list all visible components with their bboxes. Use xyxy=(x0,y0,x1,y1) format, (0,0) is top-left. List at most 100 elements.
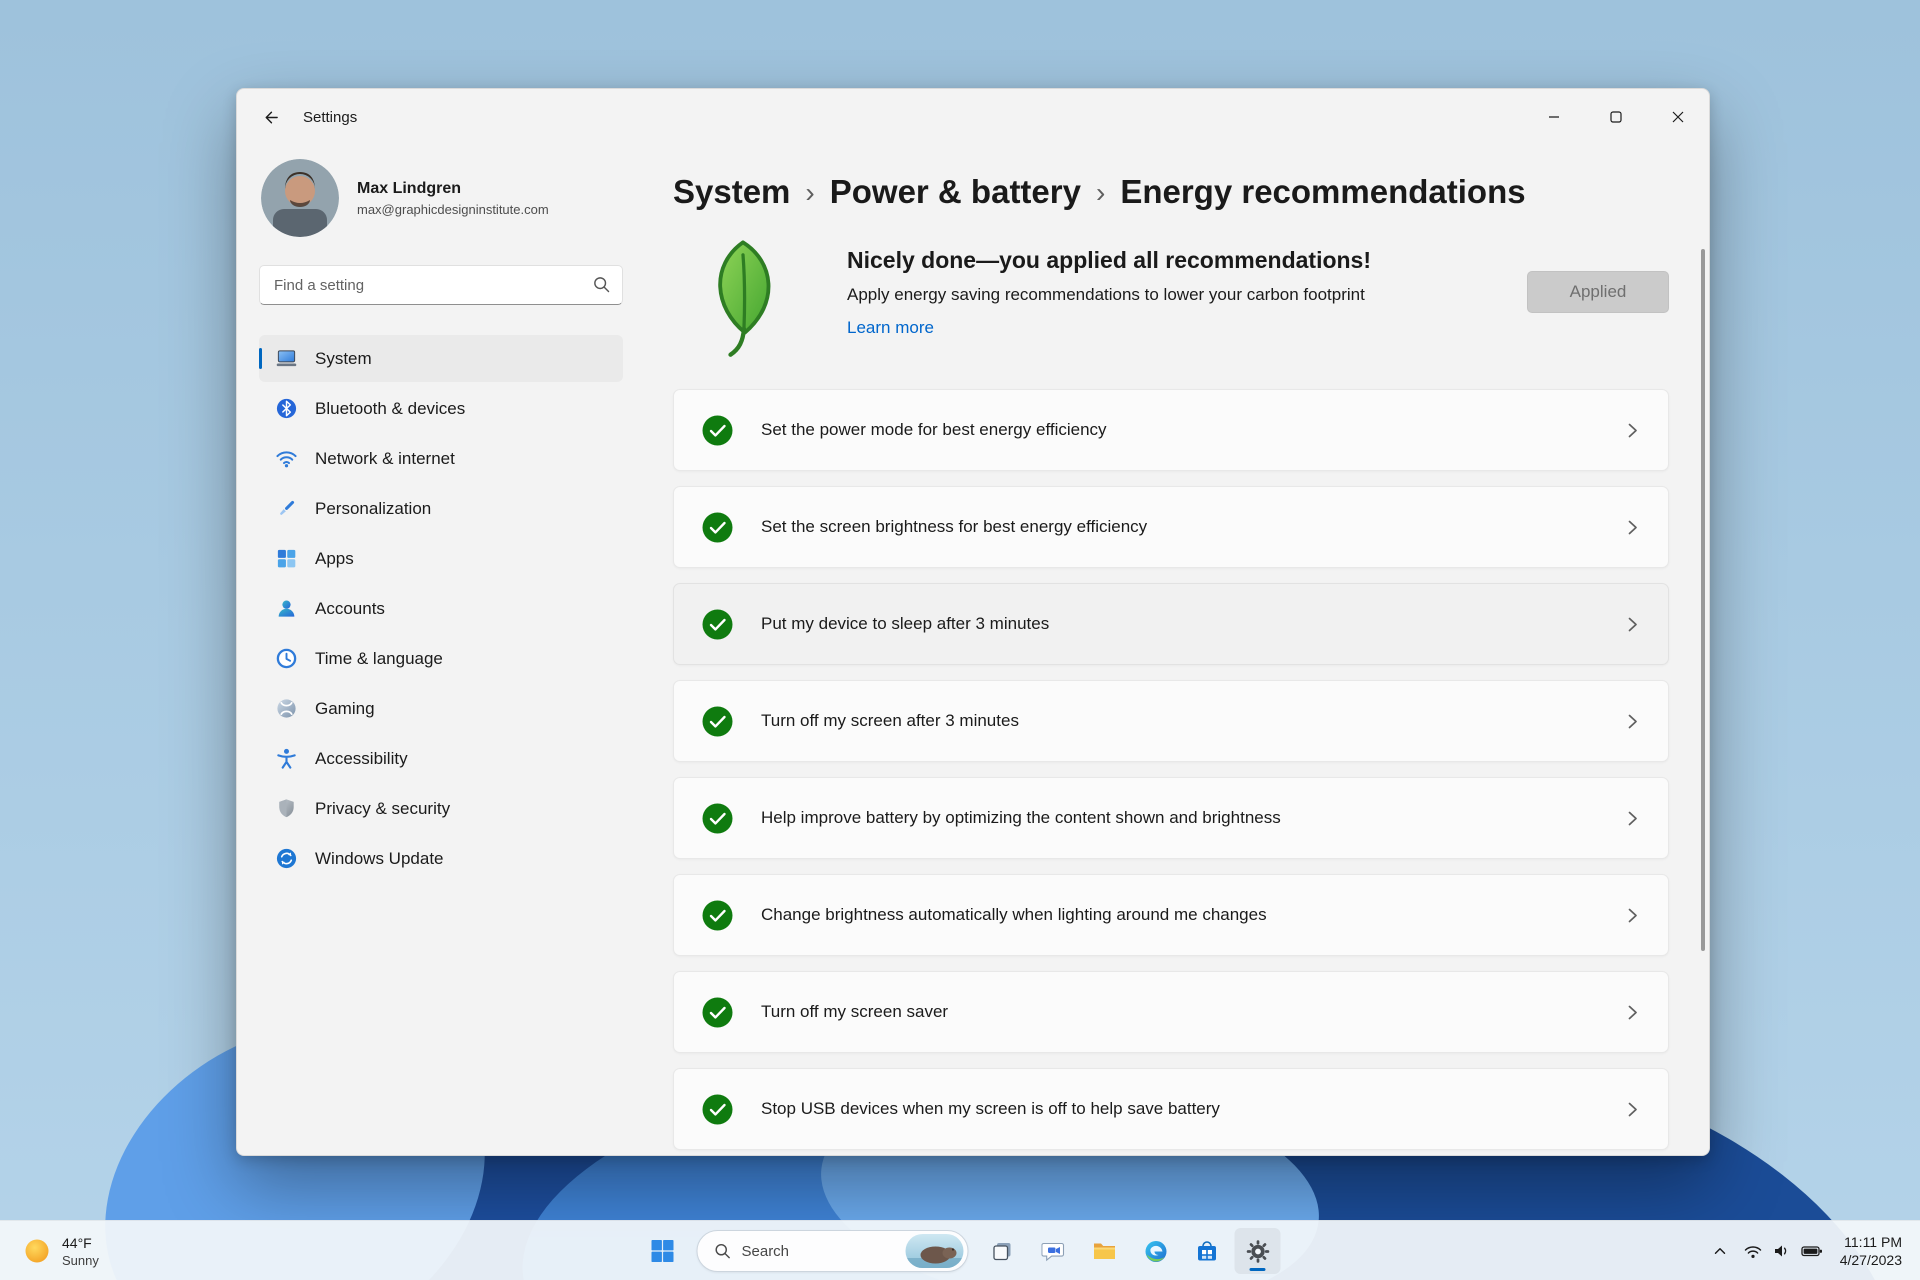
recommendation-row-usb-devices[interactable]: Stop USB devices when my screen is off t… xyxy=(673,1068,1669,1150)
close-button[interactable] xyxy=(1647,89,1709,145)
paintbrush-icon xyxy=(275,497,298,520)
avatar xyxy=(261,159,339,237)
applied-button[interactable]: Applied xyxy=(1527,271,1669,313)
sidebar-item-privacy-security[interactable]: Privacy & security xyxy=(259,785,623,832)
user-profile: Max Lindgren max@graphicdesigninstitute.… xyxy=(261,159,623,237)
window-title: Settings xyxy=(303,108,358,126)
sidebar-item-label: Accounts xyxy=(315,598,385,618)
sidebar-item-label: System xyxy=(315,348,372,368)
breadcrumb-separator: › xyxy=(805,177,815,208)
leaf-icon xyxy=(718,240,771,357)
applied-check-icon xyxy=(702,609,733,640)
weather-condition: Sunny xyxy=(62,1252,99,1268)
profile-name: Max Lindgren xyxy=(357,179,462,197)
learn-more-link[interactable]: Learn more xyxy=(847,318,934,338)
recommendation-row-device-sleep[interactable]: Put my device to sleep after 3 minutes xyxy=(673,583,1669,665)
taskbar-clock[interactable]: 11:11 PM 4/27/2023 xyxy=(1830,1229,1912,1273)
start-button[interactable] xyxy=(640,1228,686,1274)
wifi-icon xyxy=(1744,1246,1761,1258)
xbox-icon xyxy=(275,697,298,720)
file-explorer-button[interactable] xyxy=(1082,1228,1128,1274)
weather-widget[interactable]: 44°F Sunny xyxy=(12,1221,109,1280)
edge-browser-button[interactable] xyxy=(1133,1228,1179,1274)
recommendation-row-screen-saver[interactable]: Turn off my screen saver xyxy=(673,971,1669,1053)
recommendation-label: Help improve battery by optimizing the c… xyxy=(761,808,1281,827)
taskbar-search[interactable]: Search xyxy=(696,1230,969,1272)
maximize-button[interactable] xyxy=(1585,89,1647,145)
recommendation-row-optimize-content[interactable]: Help improve battery by optimizing the c… xyxy=(673,777,1669,859)
settings-sidebar: Max Lindgren max@graphicdesigninstitute.… xyxy=(237,145,637,1155)
breadcrumb-power-battery[interactable]: Power & battery xyxy=(830,173,1081,211)
chat-icon xyxy=(1041,1242,1064,1261)
sidebar-item-label: Privacy & security xyxy=(315,798,451,818)
microsoft-store-button[interactable] xyxy=(1184,1228,1230,1274)
taskbar-center: Search xyxy=(640,1221,1281,1280)
recommendation-label: Put my device to sleep after 3 minutes xyxy=(761,614,1050,633)
recommendation-label: Set the screen brightness for best energ… xyxy=(761,517,1148,536)
network-tray-button[interactable] xyxy=(1736,1229,1830,1273)
sidebar-item-label: Windows Update xyxy=(315,848,444,868)
update-arrows-icon xyxy=(275,847,298,870)
sidebar-item-label: Personalization xyxy=(315,498,432,518)
settings-app-button[interactable] xyxy=(1234,1228,1281,1274)
breadcrumb: System › Power & battery › Energy recomm… xyxy=(673,173,1669,211)
back-button[interactable] xyxy=(249,98,291,136)
sidebar-item-windows-update[interactable]: Windows Update xyxy=(259,835,623,882)
applied-check-icon xyxy=(702,803,733,834)
recommendation-row-power-mode[interactable]: Set the power mode for best energy effic… xyxy=(673,389,1669,471)
applied-check-icon xyxy=(702,1094,733,1125)
applied-check-icon xyxy=(702,900,733,931)
person-icon xyxy=(275,597,298,620)
sidebar-item-gaming[interactable]: Gaming xyxy=(259,685,623,732)
vertical-scrollbar[interactable] xyxy=(1701,249,1705,951)
sidebar-item-personalization[interactable]: Personalization xyxy=(259,485,623,532)
chevron-up-icon xyxy=(1714,1248,1725,1254)
recommendation-label: Stop USB devices when my screen is off t… xyxy=(761,1099,1220,1118)
applied-check-icon xyxy=(702,512,733,543)
breadcrumb-system[interactable]: System xyxy=(673,173,790,211)
sidebar-item-label: Bluetooth & devices xyxy=(315,398,466,418)
find-setting-input[interactable] xyxy=(259,265,623,305)
sidebar-item-apps[interactable]: Apps xyxy=(259,535,623,582)
energy-recommendations-page: System › Power & battery › Energy recomm… xyxy=(637,145,1709,1155)
weather-temp: 44°F xyxy=(62,1234,92,1251)
breadcrumb-energy-recommendations: Energy recommendations xyxy=(1120,173,1526,210)
sun-icon xyxy=(25,1239,49,1263)
taskbar-search-label: Search xyxy=(741,1242,790,1260)
sidebar-item-system[interactable]: System xyxy=(259,335,623,382)
system-icon xyxy=(275,347,298,370)
minimize-button[interactable] xyxy=(1523,89,1585,145)
profile-email: max@graphicdesigninstitute.com xyxy=(357,201,549,217)
search-highlight-thumbnail[interactable] xyxy=(905,1234,964,1268)
breadcrumb-separator: › xyxy=(1095,177,1106,208)
recommendation-list: Set the power mode for best energy effic… xyxy=(673,389,1669,1150)
sidebar-item-network-internet[interactable]: Network & internet xyxy=(259,435,623,482)
volume-icon xyxy=(1774,1245,1786,1257)
sidebar-item-time-language[interactable]: Time & language xyxy=(259,635,623,682)
gear-icon xyxy=(1246,1239,1269,1263)
hidden-icons-button[interactable] xyxy=(1704,1229,1736,1273)
sidebar-item-accounts[interactable]: Accounts xyxy=(259,585,623,632)
apps-grid-icon xyxy=(275,547,298,570)
sidebar-item-label: Network & internet xyxy=(315,448,455,468)
search-icon xyxy=(715,1243,730,1259)
titlebar: Settings xyxy=(237,89,1709,145)
sidebar-item-bluetooth-devices[interactable]: Bluetooth & devices xyxy=(259,385,623,432)
edge-icon xyxy=(1145,1240,1166,1262)
task-view-icon xyxy=(993,1243,1011,1261)
recommendation-row-screen-off[interactable]: Turn off my screen after 3 minutes xyxy=(673,680,1669,762)
recommendation-label: Turn off my screen saver xyxy=(761,1002,949,1021)
sidebar-item-accessibility[interactable]: Accessibility xyxy=(259,735,623,782)
summary-subtitle: Apply energy saving recommendations to l… xyxy=(847,285,1365,304)
chat-button[interactable] xyxy=(1031,1228,1077,1274)
profile-text: Max Lindgren max@graphicdesigninstitute.… xyxy=(357,180,549,217)
folder-icon xyxy=(1094,1243,1115,1259)
minimize-icon xyxy=(1549,116,1559,118)
maximize-icon xyxy=(1610,111,1622,123)
wifi-network-icon xyxy=(275,447,298,470)
recommendation-row-auto-brightness[interactable]: Change brightness automatically when lig… xyxy=(673,874,1669,956)
chevron-right-icon xyxy=(1625,713,1640,730)
recommendation-row-screen-brightness[interactable]: Set the screen brightness for best energ… xyxy=(673,486,1669,568)
applied-check-icon xyxy=(702,997,733,1028)
task-view-button[interactable] xyxy=(980,1228,1026,1274)
